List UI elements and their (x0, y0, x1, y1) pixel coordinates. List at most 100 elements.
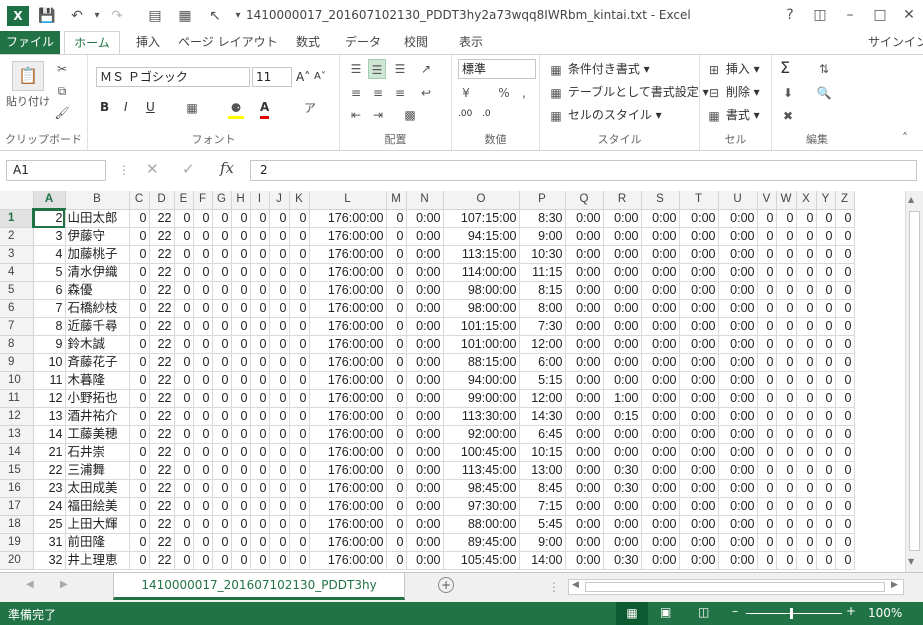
cell[interactable]: 0 (289, 479, 310, 498)
copy-icon[interactable]: ⧉ (54, 81, 70, 99)
cell[interactable]: 0 (386, 353, 407, 372)
cell[interactable]: 0 (129, 389, 150, 408)
cell[interactable]: 0 (776, 335, 797, 354)
signin-link[interactable]: サインイン (868, 31, 923, 54)
row-header[interactable]: 4 (0, 263, 34, 282)
cell[interactable]: 0 (835, 407, 855, 426)
cell[interactable]: 0 (776, 281, 797, 300)
font-size-select[interactable]: 11 (252, 67, 292, 87)
cell[interactable]: 0 (250, 227, 270, 246)
cell[interactable]: 0:00 (641, 407, 680, 426)
row-header[interactable]: 11 (0, 389, 34, 408)
cell[interactable]: 176:00:00 (309, 425, 387, 444)
cell[interactable]: 7 (33, 299, 66, 318)
cell[interactable]: 0:00 (406, 209, 444, 228)
cell[interactable]: 0 (796, 317, 817, 336)
cell[interactable]: 114:00:00 (443, 263, 520, 282)
column-header[interactable]: Z (835, 191, 855, 210)
cell[interactable]: 0 (129, 245, 150, 264)
number-format-select[interactable]: 標準 (458, 59, 536, 79)
row-header[interactable]: 15 (0, 461, 34, 480)
cell[interactable]: 0 (129, 551, 150, 570)
cell[interactable]: 0 (129, 461, 150, 480)
row-header[interactable]: 13 (0, 425, 34, 444)
cell[interactable]: 0:00 (718, 371, 758, 390)
cell[interactable]: 0 (796, 281, 817, 300)
cell[interactable]: 0 (174, 389, 194, 408)
cell[interactable]: 0:00 (679, 281, 719, 300)
format-as-table-button[interactable]: ▦ テーブルとして書式設定 ▾ (548, 83, 708, 101)
column-header[interactable]: S (641, 191, 680, 210)
cell[interactable]: 0 (386, 209, 407, 228)
scroll-down-icon[interactable]: ▼ (908, 557, 914, 566)
cell[interactable]: 24 (33, 497, 66, 516)
cell[interactable]: 0 (386, 227, 407, 246)
cell[interactable]: 0 (250, 335, 270, 354)
cell[interactable]: 176:00:00 (309, 317, 387, 336)
cell[interactable]: 0 (776, 371, 797, 390)
column-header[interactable]: Y (816, 191, 836, 210)
cell[interactable]: 0 (250, 551, 270, 570)
cell[interactable]: 0:00 (406, 281, 444, 300)
cell[interactable]: 0 (193, 461, 213, 480)
cell[interactable]: 22 (149, 209, 175, 228)
cell[interactable]: 0 (757, 227, 777, 246)
cell[interactable]: 2 (33, 209, 66, 228)
cell[interactable]: 0 (757, 533, 777, 552)
cell[interactable]: 8:30 (519, 209, 566, 228)
column-header[interactable]: M (386, 191, 407, 210)
cell[interactable]: 0:00 (641, 533, 680, 552)
cell[interactable]: 0:00 (679, 299, 719, 318)
cell[interactable]: 98:00:00 (443, 281, 520, 300)
cell[interactable]: 0:00 (679, 263, 719, 282)
cell[interactable]: 22 (149, 407, 175, 426)
cell[interactable]: 0 (816, 209, 836, 228)
cell[interactable]: 0:00 (603, 227, 642, 246)
maximize-icon[interactable]: □ (866, 4, 894, 26)
cell[interactable]: 22 (149, 245, 175, 264)
cell[interactable]: 0 (835, 263, 855, 282)
row-header[interactable]: 1 (0, 209, 34, 228)
align-bottom-icon[interactable]: ☰ (392, 59, 408, 77)
cell[interactable]: 0 (231, 317, 251, 336)
cell[interactable]: 0:00 (406, 443, 444, 462)
cell[interactable]: 0:30 (603, 551, 642, 570)
cell[interactable]: 0:00 (565, 389, 604, 408)
cell[interactable]: 0 (250, 209, 270, 228)
cell[interactable]: 0 (129, 299, 150, 318)
cell[interactable]: 小野拓也 (65, 389, 130, 408)
cell[interactable]: 0 (816, 335, 836, 354)
cell[interactable]: 0 (835, 533, 855, 552)
row-header[interactable]: 17 (0, 497, 34, 516)
cell[interactable]: 0:00 (565, 227, 604, 246)
decrease-decimal-icon[interactable]: .0 (482, 105, 491, 123)
cell[interactable]: 0:00 (718, 299, 758, 318)
cell[interactable]: 14 (33, 425, 66, 444)
cell[interactable]: 0:00 (718, 515, 758, 534)
cell[interactable]: 0 (193, 443, 213, 462)
ribbon-display-icon[interactable]: ◫ (806, 4, 834, 26)
cell[interactable]: 0 (796, 227, 817, 246)
cell[interactable]: 0:00 (641, 389, 680, 408)
cell[interactable]: 12 (33, 389, 66, 408)
cell[interactable]: 0 (776, 263, 797, 282)
cell[interactable]: 0 (796, 551, 817, 570)
cell[interactable]: 石井崇 (65, 443, 130, 462)
cell[interactable]: 0:00 (565, 443, 604, 462)
cell[interactable]: 0:00 (603, 443, 642, 462)
merge-center-icon[interactable]: ▩ (402, 105, 418, 123)
comma-icon[interactable]: , (516, 83, 532, 101)
clear-icon[interactable]: ✖ (780, 106, 796, 124)
cell[interactable]: 9:00 (519, 227, 566, 246)
cell[interactable]: 0 (250, 281, 270, 300)
cell[interactable]: 0 (174, 263, 194, 282)
cell[interactable]: 0 (129, 209, 150, 228)
cell[interactable]: 0:00 (679, 353, 719, 372)
cell[interactable]: 0 (231, 407, 251, 426)
cell[interactable]: 0 (796, 335, 817, 354)
cell[interactable]: 0 (193, 407, 213, 426)
cell[interactable]: 井上理恵 (65, 551, 130, 570)
cell[interactable]: 0 (386, 425, 407, 444)
cell[interactable]: 0 (757, 479, 777, 498)
row-header[interactable]: 12 (0, 407, 34, 426)
